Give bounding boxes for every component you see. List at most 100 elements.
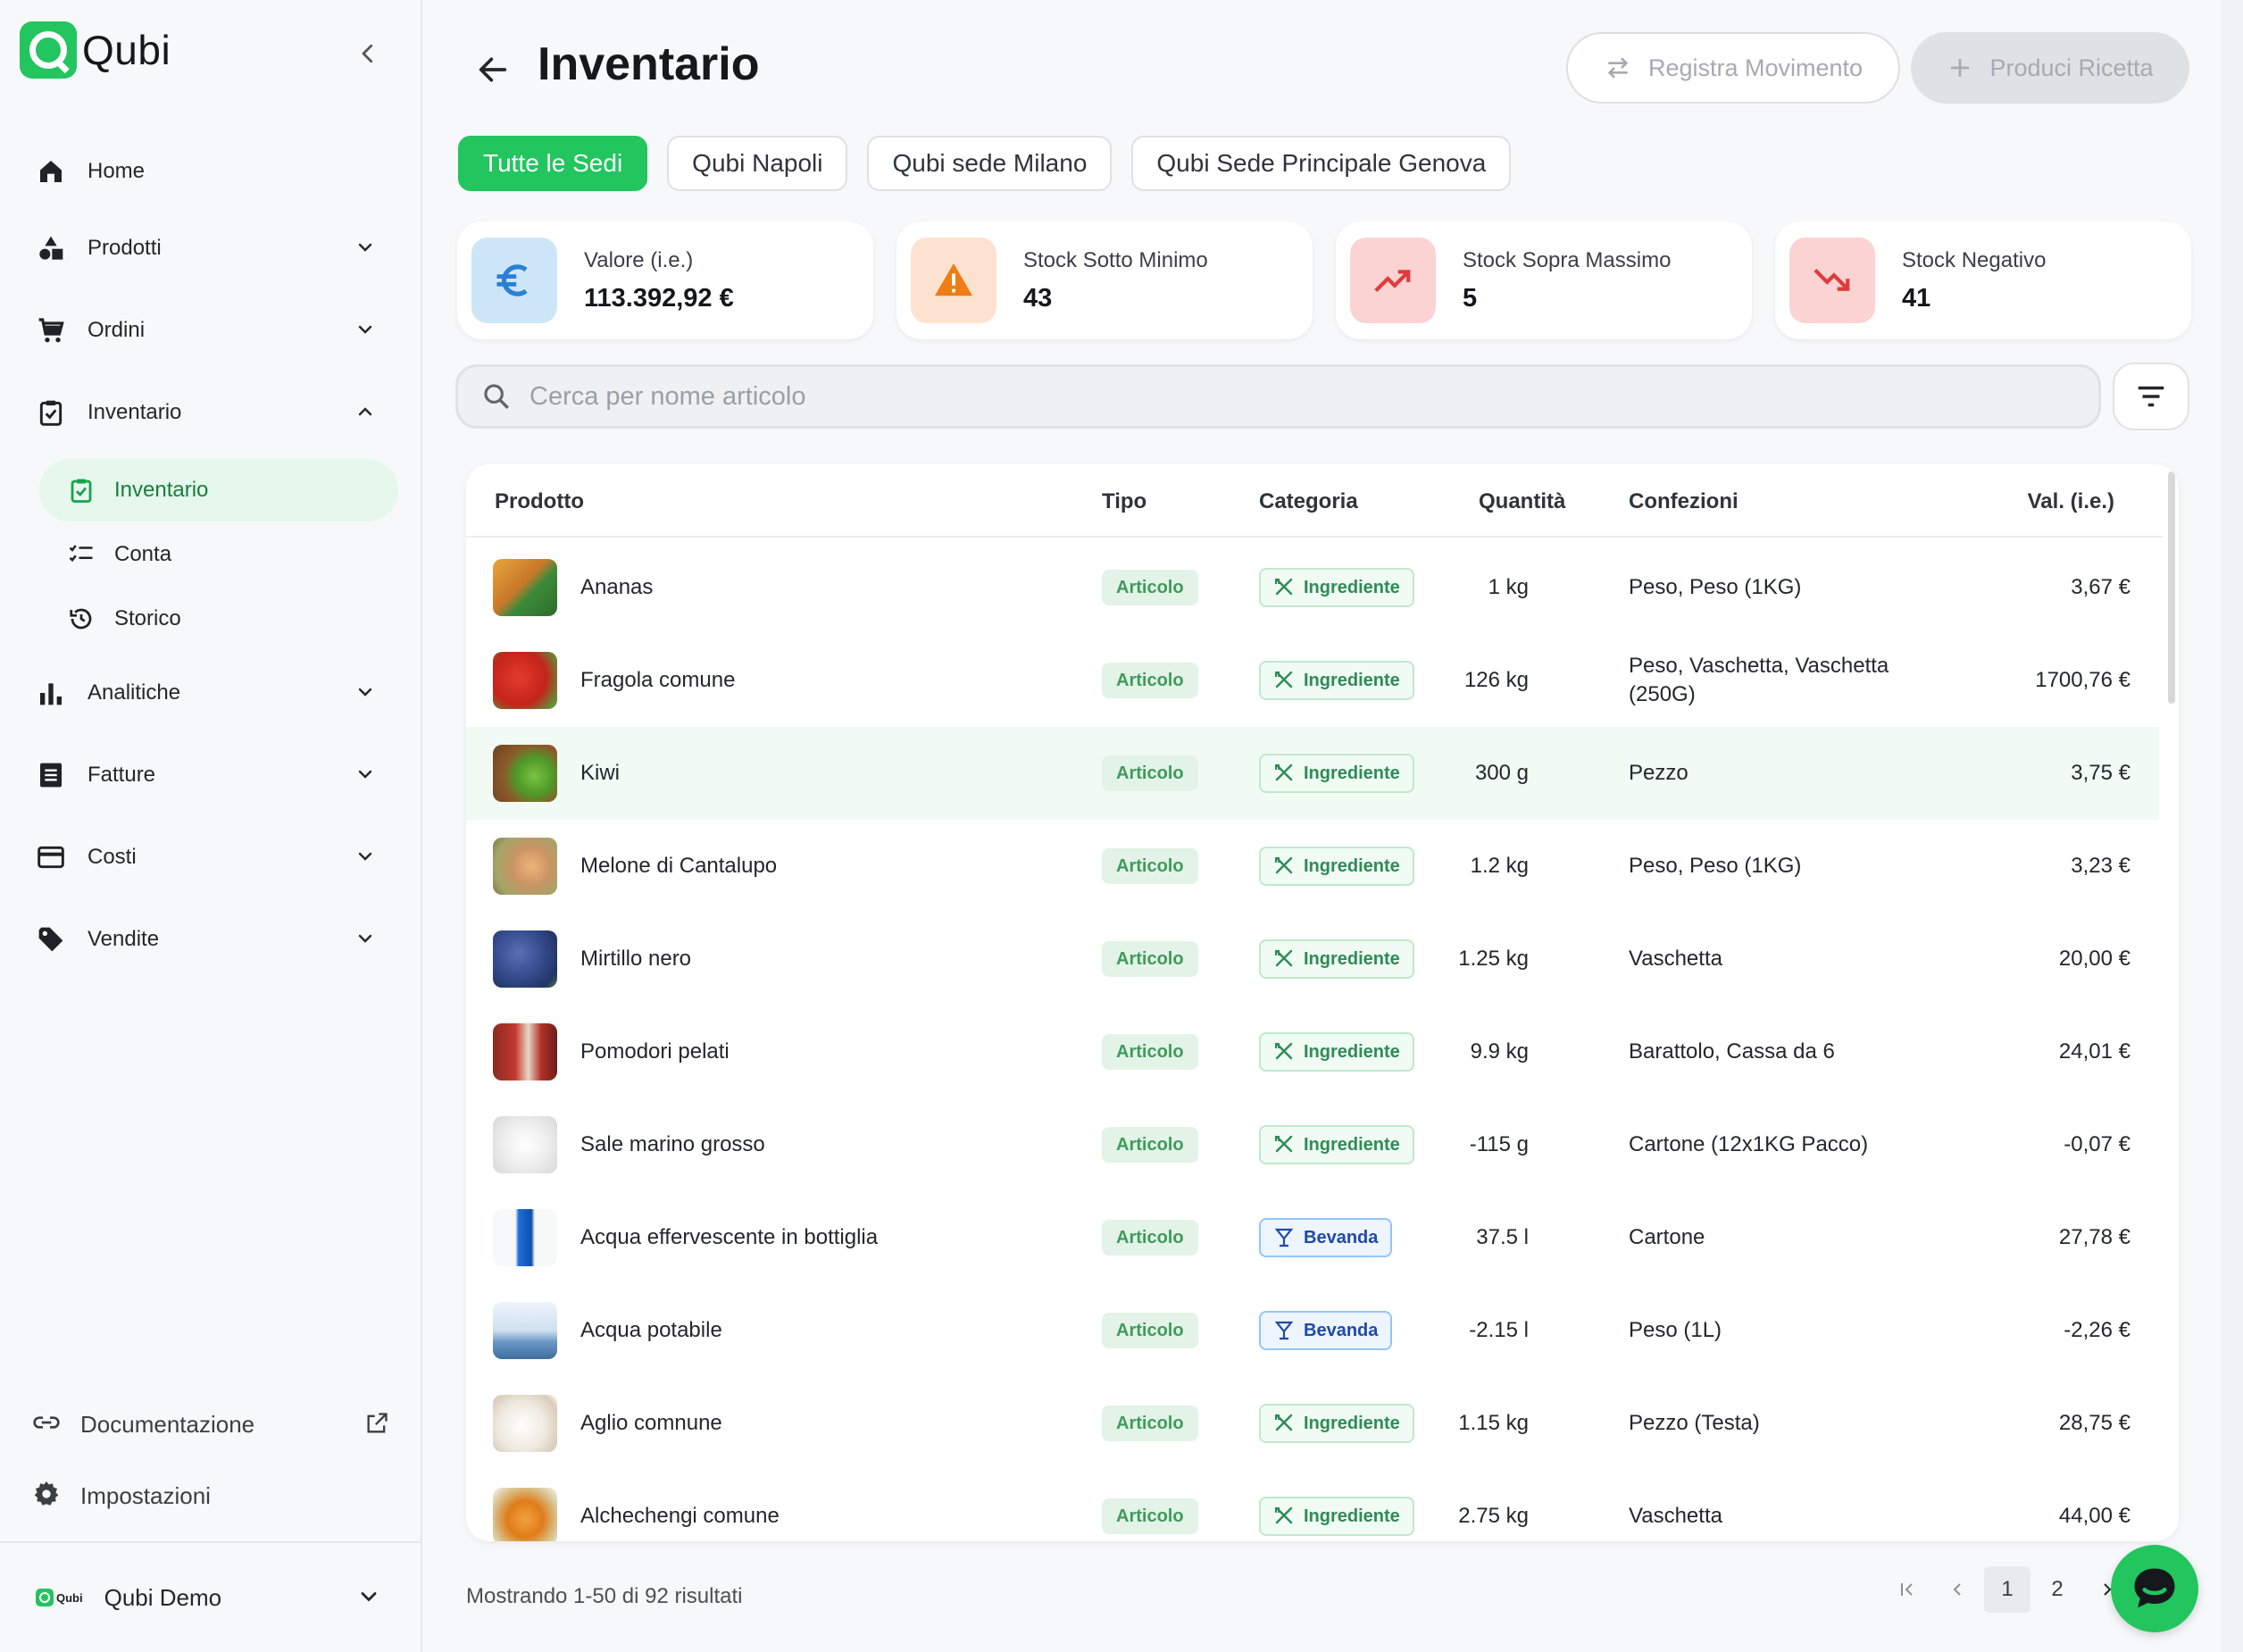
cell-prodotto[interactable]: Sale marino grosso (580, 1132, 765, 1157)
cell-quantita: -115 g (1469, 1132, 1529, 1156)
external-link-icon (364, 1411, 389, 1440)
swap-arrows-icon (1604, 54, 1632, 82)
cell-prodotto[interactable]: Pomodori pelati (580, 1039, 730, 1064)
cell-prodotto[interactable]: Acqua potabile (580, 1318, 722, 1343)
column-header-quantita[interactable]: Quantità (1479, 489, 1565, 514)
product-thumbnail (493, 930, 557, 988)
product-thumbnail (493, 1023, 557, 1080)
table-row[interactable]: Pomodori pelati Articolo Ingrediente 9.9… (466, 1005, 2159, 1098)
produce-recipe-button[interactable]: Produci Ricetta (1911, 32, 2189, 104)
cell-prodotto[interactable]: Acqua effervescente in bottiglia (580, 1225, 878, 1250)
table-row[interactable]: Alchechengi comune Articolo Ingrediente … (466, 1470, 2159, 1541)
sidebar-item-analitiche[interactable]: Analitiche (36, 668, 393, 718)
checklist-icon (66, 539, 96, 570)
filter-button[interactable] (2113, 363, 2189, 430)
register-movement-button[interactable]: Registra Movimento (1566, 32, 1900, 104)
chevron-down-icon (352, 316, 379, 343)
categoria-badge: Ingrediente (1259, 754, 1414, 793)
table-row[interactable]: Acqua effervescente in bottiglia Articol… (466, 1191, 2159, 1284)
brand-logo[interactable]: Qubi (20, 21, 171, 79)
table-row[interactable]: Acqua potabile Articolo Bevanda -2.15 l … (466, 1284, 2159, 1377)
column-header-prodotto[interactable]: Prodotto (495, 489, 584, 514)
account-name: Qubi Demo (104, 1583, 222, 1611)
cell-quantita: 2.75 kg (1458, 1504, 1529, 1528)
cell-prodotto[interactable]: Kiwi (580, 761, 620, 786)
documentation-label: Documentazione (80, 1410, 255, 1438)
search-input[interactable] (529, 381, 2047, 412)
cell-prodotto[interactable]: Melone di Cantalupo (580, 854, 777, 879)
table-row[interactable]: Melone di Cantalupo Articolo Ingrediente… (466, 820, 2159, 913)
utensils-icon (1273, 1134, 1295, 1156)
tab-qubi-napoli[interactable]: Qubi Napoli (667, 136, 848, 191)
cell-confezioni: Peso, Peso (1KG) (1629, 854, 1802, 878)
shapes-icon (36, 233, 66, 263)
sidebar-item-inventario[interactable]: Inventario (36, 388, 393, 438)
cell-confezioni: Barattolo, Cassa da 6 (1629, 1039, 1835, 1064)
table-row[interactable]: Kiwi Articolo Ingrediente 300 g Pezzo 3,… (466, 727, 2159, 820)
sidebar-item-vendite[interactable]: Vendite (36, 914, 393, 964)
column-header-valore[interactable]: Val. (i.e.) (2028, 489, 2114, 514)
page-1-button[interactable]: 1 (1984, 1566, 2030, 1613)
column-header-tipo[interactable]: Tipo (1102, 489, 1147, 514)
documentation-link[interactable]: Documentazione (32, 1402, 389, 1447)
cell-prodotto[interactable]: Mirtillo nero (580, 947, 691, 972)
utensils-icon (1273, 763, 1295, 784)
sidebar-subitem-storico[interactable]: Storico (39, 588, 398, 650)
sidebar-subitem-conta[interactable]: Conta (39, 523, 398, 586)
stat-value: 113.392,92 € (584, 283, 734, 313)
tipo-badge: Articolo (1102, 570, 1198, 605)
settings-link[interactable]: Impostazioni (32, 1473, 389, 1518)
page-2-button[interactable]: 2 (2034, 1566, 2080, 1613)
column-header-categoria[interactable]: Categoria (1259, 489, 1358, 514)
stat-label: Stock Negativo (1902, 247, 2047, 272)
tipo-badge: Articolo (1102, 663, 1198, 698)
categoria-label: Ingrediente (1304, 1506, 1400, 1526)
page-scrollbar[interactable] (2222, 0, 2243, 1652)
utensils-icon (1273, 1413, 1295, 1434)
sidebar-item-home[interactable]: Home (36, 146, 393, 196)
cell-prodotto[interactable]: Alchechengi comune (580, 1504, 780, 1529)
tab-qubi-sede-principale-genova[interactable]: Qubi Sede Principale Genova (1131, 136, 1512, 191)
sidebar-item-fatture[interactable]: Fatture (36, 750, 393, 800)
chevron-down-icon (352, 679, 379, 705)
utensils-icon (1273, 1506, 1295, 1527)
sidebar-item-costi[interactable]: Costi (36, 832, 393, 882)
first-page-button[interactable] (1884, 1566, 1930, 1613)
table-row[interactable]: Aglio comnune Articolo Ingrediente 1.15 … (466, 1377, 2159, 1470)
cell-quantita: 1 kg (1488, 575, 1529, 599)
chat-support-button[interactable] (2111, 1545, 2198, 1632)
euro-icon (471, 238, 557, 323)
sidebar-item-label: Ordini (88, 318, 146, 342)
previous-page-button[interactable] (1934, 1566, 1980, 1613)
account-switcher[interactable]: Qubi Qubi Demo (0, 1541, 421, 1652)
register-movement-label: Registra Movimento (1647, 54, 1864, 81)
table-scrollbar[interactable] (2168, 471, 2175, 704)
tab-qubi-sede-milano[interactable]: Qubi sede Milano (867, 136, 1113, 191)
table-row[interactable]: Fragola comune Articolo Ingrediente 126 … (466, 634, 2159, 727)
cell-valore: 20,00 € (2058, 947, 2130, 971)
cell-confezioni: Vaschetta (1629, 947, 1722, 971)
sidebar-item-label: Fatture (88, 763, 156, 787)
collapse-sidebar-button[interactable] (350, 36, 386, 71)
stat-card-valore: Valore (i.e.) 113.392,92 € (457, 221, 873, 339)
sidebar-item-prodotti[interactable]: Prodotti (36, 223, 393, 273)
product-thumbnail (493, 1395, 557, 1452)
chevron-up-icon (352, 398, 379, 425)
tag-icon (36, 924, 66, 955)
cell-prodotto[interactable]: Fragola comune (580, 668, 735, 693)
cell-prodotto[interactable]: Ananas (580, 575, 653, 600)
column-header-confezioni[interactable]: Confezioni (1629, 489, 1739, 514)
table-row[interactable]: Mirtillo nero Articolo Ingrediente 1.25 … (466, 913, 2159, 1005)
sidebar-subitem-inventario[interactable]: Inventario (39, 459, 398, 521)
stat-label: Stock Sopra Massimo (1463, 247, 1672, 272)
categoria-badge: Ingrediente (1259, 1032, 1414, 1072)
tab-tutte-le-sedi[interactable]: Tutte le Sedi (458, 136, 648, 191)
back-button[interactable] (473, 50, 513, 89)
stat-card-sopra-massimo: Stock Sopra Massimo 5 (1336, 221, 1752, 339)
chevron-down-icon (352, 925, 379, 952)
table-row[interactable]: Sale marino grosso Articolo Ingrediente … (466, 1098, 2159, 1191)
table-row[interactable]: Ananas Articolo Ingrediente 1 kg Peso, P… (466, 541, 2159, 634)
cell-valore: 3,67 € (2071, 575, 2130, 599)
sidebar-item-ordini[interactable]: Ordini (36, 305, 393, 355)
cell-prodotto[interactable]: Aglio comnune (580, 1411, 722, 1436)
